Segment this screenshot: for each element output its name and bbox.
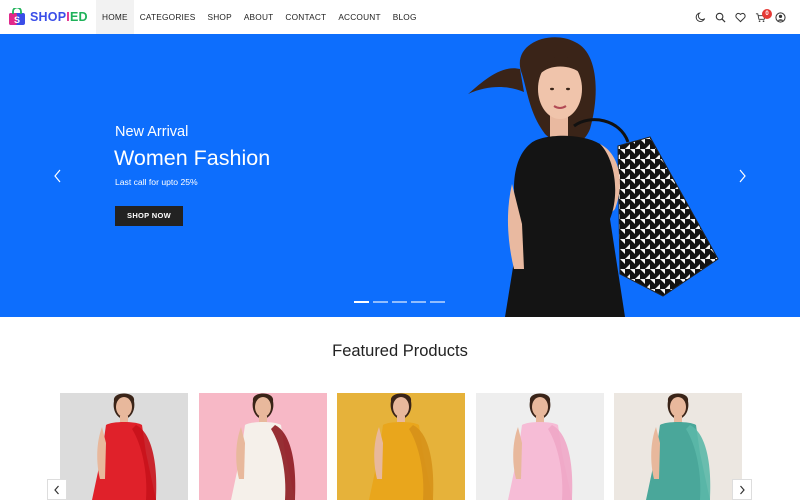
hero-description: Last call for upto 25%: [115, 177, 198, 187]
site-logo[interactable]: S SHOPIED: [8, 8, 88, 26]
main-nav: HOME CATEGORIES SHOP ABOUT CONTACT ACCOU…: [96, 0, 423, 34]
hero-slide-indicators: [354, 301, 449, 303]
product-image: [614, 393, 742, 500]
hero-model-image: [468, 37, 719, 317]
products-prev-button[interactable]: [47, 479, 67, 500]
search-button[interactable]: [710, 0, 730, 34]
slide-dot-5[interactable]: [430, 301, 445, 303]
nav-about[interactable]: ABOUT: [238, 0, 280, 34]
chevron-left-icon: [54, 485, 59, 494]
featured-products-carousel: [60, 393, 742, 500]
cart-button[interactable]: 0: [750, 0, 772, 34]
svg-text:S: S: [14, 15, 20, 25]
nav-account[interactable]: ACCOUNT: [332, 0, 386, 34]
shop-now-button[interactable]: SHOP NOW: [115, 206, 183, 226]
hero-title: Women Fashion: [114, 146, 271, 170]
product-card-teal-suit[interactable]: [614, 393, 742, 500]
slide-dot-2[interactable]: [373, 301, 388, 303]
account-button[interactable]: [770, 0, 790, 34]
site-header: S SHOPIED HOME CATEGORIES SHOP ABOUT CON…: [0, 0, 800, 34]
theme-toggle-button[interactable]: [690, 0, 710, 34]
user-icon: [774, 11, 786, 23]
search-icon: [715, 12, 726, 23]
moon-icon: [695, 11, 705, 22]
nav-home[interactable]: HOME: [96, 0, 134, 34]
nav-blog[interactable]: BLOG: [387, 0, 423, 34]
product-card-red-anarkali[interactable]: [60, 393, 188, 500]
product-image: [337, 393, 465, 500]
shopping-bag-logo-icon: S: [9, 8, 25, 25]
product-card-white-maroon-set[interactable]: [198, 393, 327, 500]
logo-text: SHOPIED: [30, 10, 88, 24]
heart-icon: [734, 12, 746, 22]
wishlist-button[interactable]: [730, 0, 750, 34]
nav-categories[interactable]: CATEGORIES: [134, 0, 202, 34]
hero-slider: New Arrival Women Fashion Last call for …: [0, 34, 800, 317]
chevron-right-icon: [740, 485, 745, 494]
slide-dot-3[interactable]: [392, 301, 407, 303]
featured-products-heading: Featured Products: [332, 342, 468, 360]
nav-shop[interactable]: SHOP: [202, 0, 238, 34]
hero-prev-arrow-icon[interactable]: [51, 168, 65, 184]
hero-subtitle: New Arrival: [115, 124, 189, 140]
slide-dot-1[interactable]: [354, 301, 369, 303]
product-image: [198, 393, 327, 500]
product-image: [475, 393, 604, 500]
nav-contact[interactable]: CONTACT: [279, 0, 332, 34]
header-icon-bar: 0: [690, 0, 790, 34]
product-card-pink-kurta[interactable]: [475, 393, 604, 500]
products-next-button[interactable]: [732, 479, 752, 500]
slide-dot-4[interactable]: [411, 301, 426, 303]
product-image: [60, 393, 188, 500]
product-card-mustard-kurta[interactable]: [337, 393, 465, 500]
